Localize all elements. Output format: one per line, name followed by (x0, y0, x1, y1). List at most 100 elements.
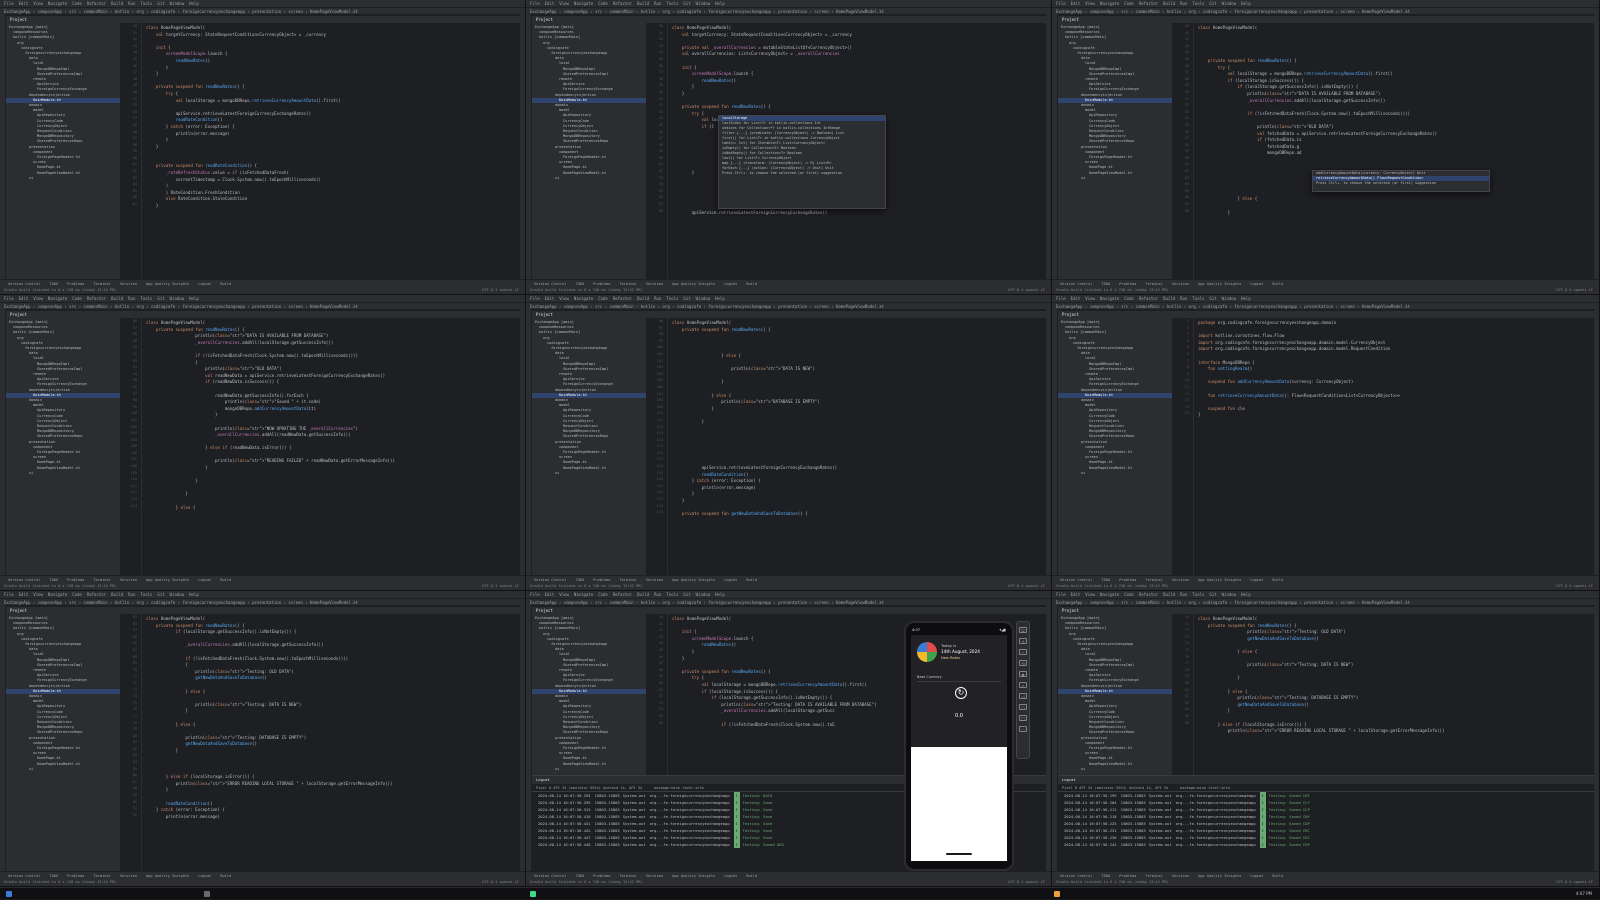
menu-item[interactable]: Tools (666, 1, 678, 6)
menu-item[interactable]: Edit (19, 592, 29, 597)
code-line[interactable] (1198, 353, 1594, 360)
code-line[interactable]: fetchedData.g (1198, 144, 1594, 151)
menu-item[interactable]: File (4, 592, 14, 597)
breadcrumb-item[interactable]: foreigncurrencyexchangeapp (1234, 304, 1297, 309)
menu-item[interactable]: Git (1209, 1, 1216, 6)
code-line[interactable]: suspend fun addCurrencyAmountData(curren… (1198, 379, 1594, 386)
breadcrumb-item[interactable]: kotlin (115, 9, 129, 14)
tree-node[interactable]: ui (6, 176, 120, 181)
menu-item[interactable]: Run (1180, 592, 1187, 597)
code-line[interactable] (146, 498, 520, 505)
code-line[interactable]: println(class="str">"DATA IS NEW") (672, 366, 1046, 373)
code-line[interactable]: } (672, 498, 1046, 505)
right-tool-strip[interactable] (1046, 14, 1051, 279)
code-line[interactable]: println(class="str">"Testing: OLD DATA") (1198, 629, 1594, 636)
code-line[interactable]: readRateCondition() (146, 801, 520, 808)
code-line[interactable]: private suspend fun readNewRates() { (1198, 58, 1594, 65)
menu-item[interactable]: File (530, 592, 540, 597)
breadcrumb-item[interactable]: screen (814, 304, 828, 309)
menu-item[interactable]: Help (1241, 296, 1251, 301)
code-line[interactable] (146, 472, 520, 479)
breadcrumb-item[interactable]: commonMain (610, 600, 634, 605)
tool-window-button[interactable]: App Quality Insights (1198, 578, 1241, 582)
code-line[interactable]: getNewDataAndSaveToDatabase() (1198, 702, 1594, 709)
code-line[interactable]: screenModelScope.launch { (672, 71, 1046, 78)
code-editor[interactable]: class HomePageViewModel( private suspend… (142, 614, 520, 871)
code-line[interactable]: println(class="str">"READING FAILED" + r… (146, 458, 520, 465)
code-line[interactable]: interface MongoDBRepo { (1198, 360, 1594, 367)
code-line[interactable]: println(class="str">"DATABASE IS EMPTY") (672, 399, 1046, 406)
status-message[interactable]: Gradle build finished in 6 s 748 ms (tod… (4, 880, 117, 884)
tool-window-button[interactable]: Logcat (1250, 578, 1263, 582)
menu-item[interactable]: Run (128, 1, 135, 6)
project-panel-header[interactable]: Project (532, 311, 660, 318)
menu-item[interactable]: Tools (140, 1, 152, 6)
code-line[interactable]: if (localStorage.getSuccessInfo().isNotE… (146, 629, 520, 636)
tool-window-button[interactable]: Services (646, 874, 663, 878)
code-line[interactable]: mongoDBRepo.addCurrencyAmountData(it) (146, 406, 520, 413)
breadcrumb-item[interactable]: kotlin (1167, 600, 1181, 605)
tool-window-button[interactable]: Version Control (534, 578, 566, 582)
menu-item[interactable]: Code (1124, 296, 1134, 301)
code-line[interactable] (672, 426, 1046, 433)
breadcrumb-item[interactable]: org (1189, 600, 1196, 605)
menu-item[interactable]: Tools (1192, 1, 1204, 6)
tool-window-button[interactable]: Services (1172, 282, 1189, 286)
code-line[interactable]: if (fetchedData.is (1198, 137, 1594, 144)
tool-window-button[interactable]: Services (120, 578, 137, 582)
code-line[interactable] (672, 432, 1046, 439)
code-line[interactable] (146, 649, 520, 656)
code-line[interactable]: suspend fun cle (1198, 406, 1594, 413)
code-line[interactable]: } (146, 787, 520, 794)
code-line[interactable] (672, 333, 1046, 340)
menu-item[interactable]: Refactor (1139, 592, 1158, 597)
code-editor[interactable]: class HomePageViewModel( private suspend… (668, 318, 1046, 575)
breadcrumb-item[interactable]: foreigncurrencyexchangeapp (1234, 600, 1297, 605)
tool-window-button[interactable]: Terminal (93, 282, 110, 286)
code-line[interactable]: if (!isFetchedDataFresh(Clock.System.now… (146, 353, 520, 360)
code-line[interactable] (1198, 373, 1594, 380)
code-line[interactable] (146, 728, 520, 735)
code-line[interactable]: init { (672, 65, 1046, 72)
tree-node[interactable]: ui (1058, 767, 1172, 772)
code-line[interactable]: } else { (1198, 689, 1594, 696)
code-line[interactable]: if (readNewData.isSuccess()) { (146, 379, 520, 386)
tool-window-button[interactable]: Terminal (619, 874, 636, 878)
menu-item[interactable]: File (4, 296, 14, 301)
menu-item[interactable]: Refactor (87, 296, 106, 301)
menu-item[interactable]: Git (157, 296, 164, 301)
breadcrumb-item[interactable]: ExchangeApp (1056, 9, 1083, 14)
encoding-indicator[interactable]: UTF-8 4 spaces LF (1556, 583, 1593, 590)
code-line[interactable]: val fetchedData = apiService.retrieveLat… (1198, 131, 1594, 138)
breadcrumb-item[interactable]: kotlin (641, 304, 655, 309)
menu-item[interactable]: Build (111, 1, 123, 6)
code-line[interactable]: } (146, 748, 520, 755)
menu-item[interactable]: Navigate (574, 296, 593, 301)
breadcrumb-item[interactable]: HomePageViewModel.kt (836, 304, 884, 309)
breadcrumb-item[interactable]: kotlin (1167, 304, 1181, 309)
code-line[interactable] (1198, 386, 1594, 393)
breadcrumb[interactable]: ExchangeApp › composeApp › src › commonM… (526, 598, 1051, 605)
code-line[interactable]: ) (146, 183, 520, 190)
encoding-indicator[interactable]: UTF-8 4 spaces LF (482, 287, 519, 294)
menu-item[interactable]: View (33, 296, 43, 301)
code-line[interactable]: } else { (1198, 649, 1594, 656)
tool-window-button[interactable]: Build (1272, 874, 1283, 878)
breadcrumb-item[interactable]: kotlin (115, 600, 129, 605)
log-row[interactable]: 2024-08-14 16:07:56.231 15803-15803 System… (1058, 827, 1594, 834)
menu-item[interactable]: Help (715, 1, 725, 6)
menu-bar[interactable]: File Edit View Navigate Code Refactor Build Run… (0, 295, 525, 302)
encoding-indicator[interactable]: UTF-8 4 spaces LF (482, 879, 519, 886)
code-line[interactable]: } (672, 84, 1046, 91)
rotate-icon[interactable]: ⟲ (1019, 660, 1027, 666)
code-line[interactable]: } (146, 465, 520, 472)
code-line[interactable]: import org.codingcafe.foreigncurrencyexc… (1198, 346, 1594, 353)
menu-item[interactable]: Code (72, 296, 82, 301)
breadcrumb-item[interactable]: HomePageViewModel.kt (1362, 9, 1410, 14)
code-line[interactable]: } else { (672, 353, 1046, 360)
tool-window-button[interactable]: App Quality Insights (146, 578, 189, 582)
tool-window-button[interactable]: Services (646, 282, 663, 286)
tool-window-button[interactable]: Build (746, 282, 757, 286)
code-line[interactable] (146, 439, 520, 446)
breadcrumb-item[interactable]: foreigncurrencyexchangeapp (1234, 9, 1297, 14)
